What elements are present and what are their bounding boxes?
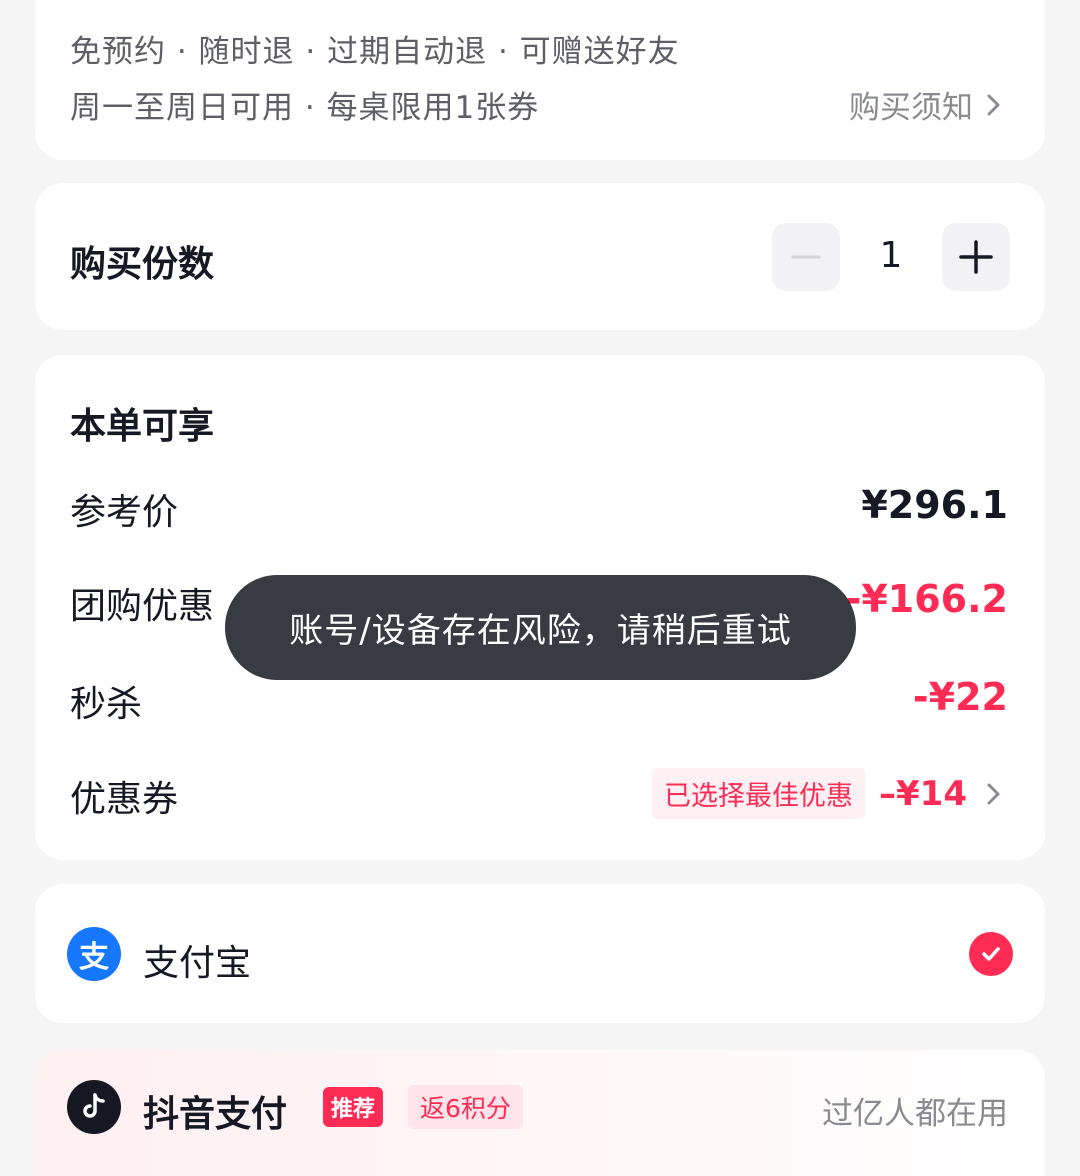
- discount-title: 本单可享: [70, 406, 215, 447]
- risk-warning-toast: 账号/设备存在风险，请稍后重试: [225, 575, 856, 680]
- alipay-name: 支付宝: [143, 943, 252, 984]
- reference-price-label: 参考价: [70, 492, 179, 533]
- purchase-notice-label: 购买须知: [849, 90, 973, 126]
- coupon-label: 优惠券: [70, 779, 179, 820]
- seckill-label: 秒杀: [70, 684, 143, 725]
- group-discount-value: -¥166.2: [845, 577, 1008, 621]
- alipay-option[interactable]: 支 支付宝: [35, 884, 1045, 1023]
- group-discount-label: 团购优惠: [70, 586, 215, 627]
- coupon-value: –¥14: [879, 773, 967, 814]
- douyin-pay-option[interactable]: 抖音支付 推荐 返6积分 过亿人都在用: [35, 1050, 1045, 1176]
- checkmark-icon: [982, 947, 1000, 961]
- recommended-tag: 推荐: [323, 1087, 384, 1127]
- douyin-note-icon: [83, 1093, 105, 1118]
- chevron-right-icon: [987, 783, 1000, 804]
- increase-quantity-button[interactable]: [942, 223, 1010, 291]
- points-reward-tag: 返6积分: [408, 1085, 523, 1129]
- alipay-icon: 支: [67, 927, 121, 981]
- douyin-pay-note: 过亿人都在用: [822, 1096, 1008, 1132]
- best-discount-badge: 已选择最佳优惠: [652, 768, 866, 819]
- douyin-icon: [67, 1080, 121, 1134]
- coupon-selector[interactable]: 已选择最佳优惠 –¥14: [652, 768, 1007, 819]
- minus-icon: [791, 255, 821, 259]
- usage-rules-text: 周一至周日可用 · 每桌限用1张券: [70, 90, 540, 126]
- quantity-title: 购买份数: [70, 244, 215, 285]
- douyin-pay-name: 抖音支付: [143, 1094, 288, 1135]
- purchase-info-card: 免预约 · 随时退 · 过期自动退 · 可赠送好友 周一至周日可用 · 每桌限用…: [35, 0, 1045, 160]
- decrease-quantity-button[interactable]: [772, 223, 840, 291]
- check-icon[interactable]: [969, 932, 1013, 976]
- purchase-features-text: 免预约 · 随时退 · 过期自动退 · 可赠送好友: [70, 34, 680, 70]
- quantity-value: 1: [879, 235, 903, 276]
- toast-message: 账号/设备存在风险，请稍后重试: [289, 611, 792, 651]
- alipay-icon-glyph: 支: [79, 940, 109, 975]
- reference-price-value: ¥296.1: [861, 483, 1008, 527]
- quantity-card: 购买份数 1: [35, 183, 1045, 330]
- chevron-right-icon: [987, 94, 1000, 115]
- seckill-value: -¥22: [912, 675, 1008, 719]
- plus-icon: [959, 240, 993, 274]
- purchase-notice-link[interactable]: 购买须知: [849, 82, 1007, 127]
